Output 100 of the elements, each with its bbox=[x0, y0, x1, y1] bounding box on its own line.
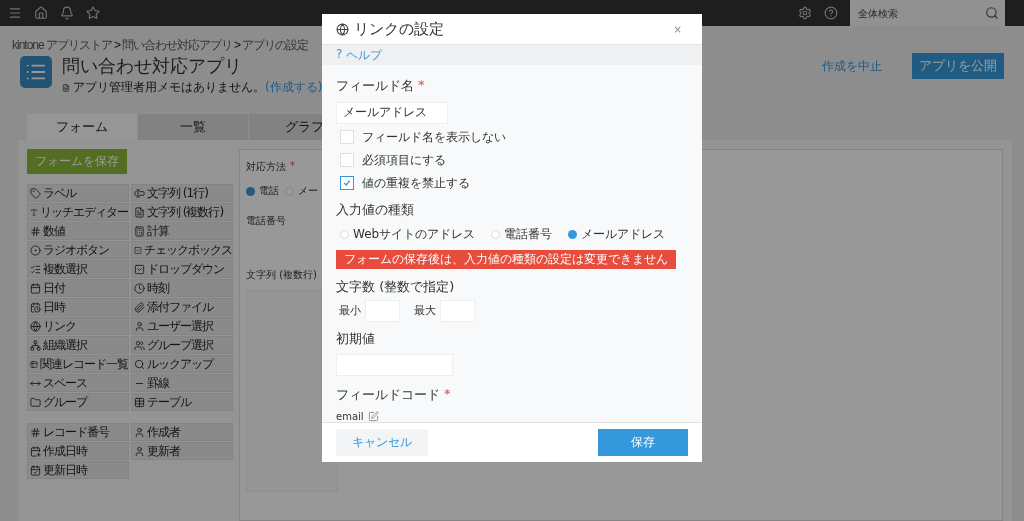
field-type-item[interactable]: 作成日時 bbox=[27, 442, 129, 460]
field-type-label: 作成日時 bbox=[43, 442, 87, 460]
required-mark: * bbox=[444, 385, 451, 403]
field-type-item[interactable]: レコード番号 bbox=[27, 423, 129, 441]
field-type-label: 複数選択 bbox=[43, 260, 87, 278]
star-icon[interactable] bbox=[86, 6, 100, 20]
search-icon[interactable] bbox=[985, 6, 999, 20]
hash-icon bbox=[30, 426, 41, 438]
tab[interactable]: 一覧 bbox=[138, 114, 248, 140]
note-icon bbox=[62, 83, 70, 92]
menu-icon[interactable] bbox=[8, 6, 22, 20]
search-field[interactable]: 全体検索 bbox=[850, 0, 1005, 26]
breadcrumb-link[interactable]: kintone アプリストア bbox=[12, 36, 113, 54]
field-type-label: 更新日時 bbox=[43, 461, 87, 479]
globe-icon bbox=[30, 320, 41, 332]
home-icon[interactable] bbox=[34, 6, 48, 20]
cancel-button[interactable]: キャンセル bbox=[336, 428, 428, 456]
bell-icon[interactable] bbox=[60, 6, 74, 20]
field-type-item[interactable]: 罫線 bbox=[131, 374, 233, 392]
field-type-item[interactable]: 組織選択 bbox=[27, 336, 129, 354]
field-type-item[interactable]: ドロップダウン bbox=[131, 260, 233, 278]
dropdown-icon bbox=[134, 263, 145, 275]
field-type-item[interactable]: 計算 bbox=[131, 222, 233, 240]
close-button[interactable]: × bbox=[667, 22, 688, 36]
breadcrumb-link[interactable]: アプリの設定 bbox=[242, 36, 309, 54]
field-type-label: 日付 bbox=[43, 279, 65, 297]
memo-text: アプリ管理者用メモはありません。(作成する) bbox=[73, 79, 323, 96]
edit-icon[interactable] bbox=[367, 410, 379, 422]
save-button[interactable]: 保存 bbox=[598, 428, 688, 456]
paperclip-icon bbox=[134, 301, 145, 313]
search-input[interactable]: 全体検索 bbox=[856, 6, 980, 20]
letter-icon bbox=[30, 206, 38, 218]
help-link[interactable]: ? ヘルプ bbox=[336, 46, 383, 64]
field-label: 文字数 (整数で指定) bbox=[336, 277, 455, 296]
field-type-label: リンク bbox=[43, 317, 76, 335]
field-type-label: 罫線 bbox=[147, 374, 169, 392]
hash-icon bbox=[30, 225, 41, 237]
breadcrumb-link[interactable]: 問い合わせ対応アプリ bbox=[122, 36, 233, 54]
option-label: メー bbox=[298, 184, 318, 198]
radio-button[interactable] bbox=[340, 229, 349, 239]
option-label: 電話 bbox=[259, 184, 279, 198]
field-name-input[interactable]: メールアドレス bbox=[336, 101, 448, 124]
checkbox-icon bbox=[134, 244, 142, 256]
field-type-item[interactable]: ルックアップ bbox=[131, 355, 233, 373]
calendar-icon bbox=[30, 282, 41, 294]
field-type-item[interactable]: ラジオボタン bbox=[27, 241, 129, 259]
field-type-label: 数値 bbox=[43, 222, 65, 240]
field-type-item[interactable]: 複数選択 bbox=[27, 260, 129, 278]
min-label: 最小 bbox=[339, 303, 361, 319]
option-label: 電話番号 bbox=[504, 225, 553, 243]
field-type-label: 日時 bbox=[43, 298, 65, 316]
radio-icon bbox=[30, 244, 41, 256]
field-type-item[interactable]: 更新日時 bbox=[27, 461, 129, 479]
checkbox-label: フィールド名を表示しない bbox=[362, 128, 506, 146]
warning-banner: フォームの保存後は、入力値の種類の設定は変更できません bbox=[336, 249, 676, 269]
field-type-item[interactable]: ユーザー選択 bbox=[131, 317, 233, 335]
radio-button[interactable] bbox=[568, 229, 578, 239]
breadcrumb-separator: > bbox=[114, 38, 121, 52]
field-type-label: 時刻 bbox=[147, 279, 169, 297]
globe-icon bbox=[336, 22, 349, 36]
table-icon bbox=[30, 358, 38, 370]
field-type-item[interactable]: 文字列 (複数行) bbox=[131, 203, 233, 221]
field-type-item[interactable]: グループ bbox=[27, 393, 129, 411]
field-type-item[interactable]: 添付ファイル bbox=[131, 298, 233, 316]
field-type-item[interactable]: リンク bbox=[27, 317, 129, 335]
field-type-item[interactable]: ラベル bbox=[27, 184, 129, 202]
field-type-item[interactable]: 日時 bbox=[27, 298, 129, 316]
field-type-item[interactable]: 数値 bbox=[27, 222, 129, 240]
field-type-label: 文字列 (複数行) bbox=[147, 203, 224, 221]
table-icon bbox=[134, 396, 145, 408]
user-icon bbox=[134, 445, 145, 457]
tab[interactable]: フォーム bbox=[27, 114, 137, 140]
field-type-item[interactable]: 文字列 (1行) bbox=[131, 184, 233, 202]
network-icon bbox=[30, 339, 41, 351]
field-code: email bbox=[336, 410, 364, 422]
field-type-item[interactable]: 作成者 bbox=[131, 423, 233, 441]
field-type-label: グループ bbox=[43, 393, 87, 411]
field-type-label: ユーザー選択 bbox=[147, 317, 213, 335]
settings-icon[interactable] bbox=[798, 6, 812, 20]
checkbox[interactable] bbox=[340, 176, 354, 191]
field-label: 文字列 (複数行) bbox=[246, 268, 317, 282]
field-label: 初期値 bbox=[336, 329, 375, 348]
calculator-icon bbox=[134, 225, 145, 237]
document-icon bbox=[134, 206, 145, 218]
breadcrumb-separator: > bbox=[234, 38, 241, 52]
field-type-item[interactable]: 時刻 bbox=[131, 279, 233, 297]
checkbox-label: 必須項目にする bbox=[362, 151, 446, 169]
radio-button[interactable] bbox=[246, 186, 255, 196]
checklist-icon bbox=[30, 263, 41, 275]
dialog-title: リンクの設定 bbox=[354, 19, 444, 39]
field-type-label: ラジオボタン bbox=[43, 241, 109, 259]
field-type-item[interactable]: 日付 bbox=[27, 279, 129, 297]
app-title: 問い合わせ対応アプリ bbox=[62, 55, 243, 77]
radio-button[interactable] bbox=[491, 229, 501, 239]
field-type-item[interactable]: スペース bbox=[27, 374, 129, 392]
field-type-item[interactable]: 更新者 bbox=[131, 442, 233, 460]
field-type-item[interactable]: グループ選択 bbox=[131, 336, 233, 354]
calendar-icon bbox=[30, 445, 41, 457]
field-type-item[interactable]: テーブル bbox=[131, 393, 233, 411]
help-icon[interactable] bbox=[824, 6, 838, 20]
